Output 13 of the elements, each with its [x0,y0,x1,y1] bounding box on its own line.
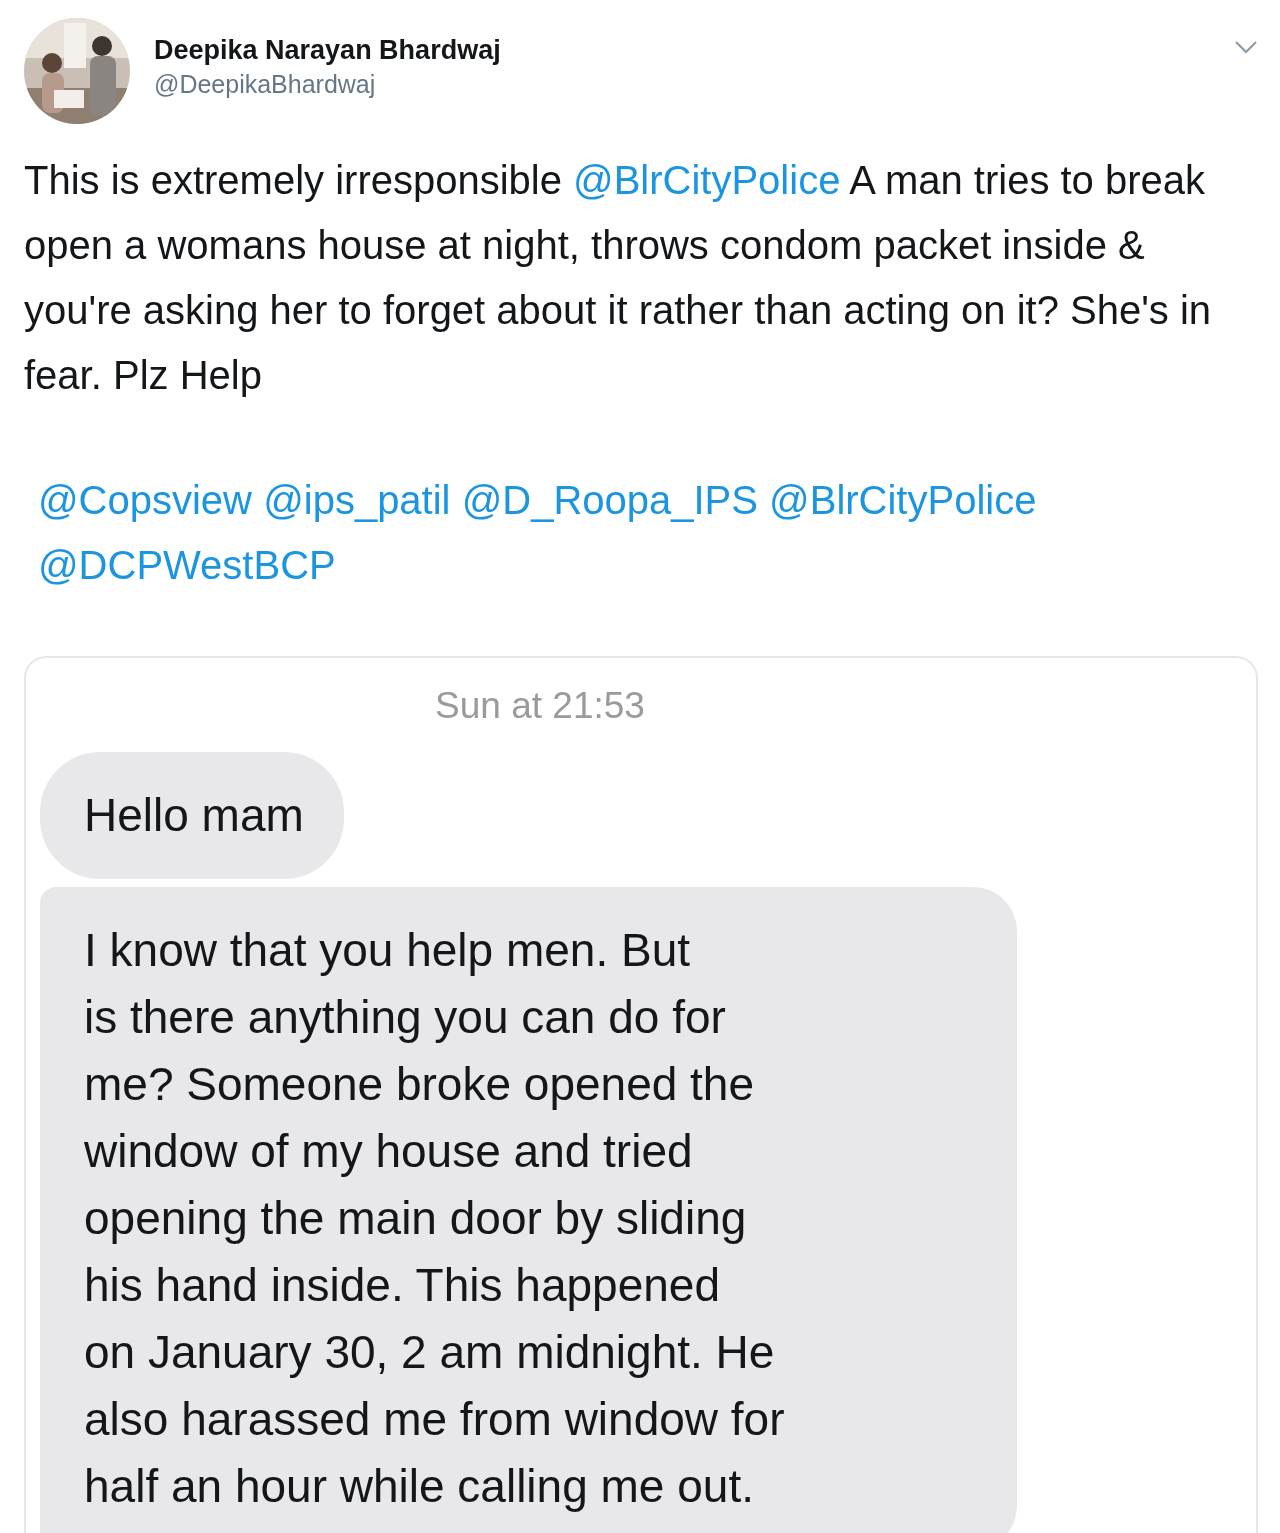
author-handle: @DeepikaBhardwaj [154,69,377,101]
tweet-text: This is extremely irresponsible @BlrCityPolice A man tries to break open a womans house at night, throws condom packet inside & you're asking her to forget about it rather than acting on it? She's in fear. Plz Help [24,157,1213,399]
chevron-down-icon[interactable] [1234,40,1258,54]
message-bubble: I know that you help men. But is there anything you can do for me? Someone broke opened the window of my house and tried opening the main door by sliding his hand inside. This happened on January 30, 2 am midnight. He also harassed me from window for half an hour while calling me out. [40,886,1017,1533]
message-timestamp: Sun at 21:53 [434,684,646,728]
mention-link[interactable]: @BlrCityPolice [573,158,841,202]
message-bubble: Hello mam [40,751,344,879]
mention-link[interactable]: @BlrCityPolice [769,478,1037,522]
mention-link[interactable]: @D_Roopa_IPS [461,478,758,522]
author-name: Deepika Narayan Bhardwaj [154,34,502,67]
mention-link[interactable]: @Copsview [38,478,252,522]
mention-link[interactable]: @ips_patil [263,478,451,522]
mention-link[interactable]: @DCPWestBCP [38,543,336,587]
